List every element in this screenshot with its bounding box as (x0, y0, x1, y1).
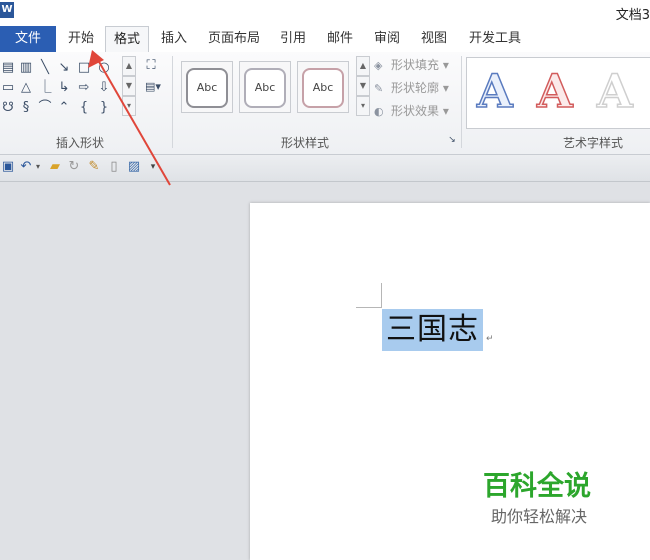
open-folder-icon[interactable]: ▰ (47, 159, 63, 175)
shapes-more[interactable]: ▾ (122, 96, 136, 116)
block-arrow-right-icon[interactable]: ⇨ (76, 80, 92, 96)
document-page[interactable]: 三国志 ↵ (250, 203, 650, 560)
rectangle-icon[interactable]: □ (76, 60, 92, 76)
effects-icon: ◐ (374, 104, 384, 118)
word-app-icon[interactable]: W (0, 2, 14, 18)
selected-text[interactable]: 三国志 (382, 309, 483, 351)
shape-effects-button[interactable]: ◐ 形状效果 ▾ (374, 102, 449, 119)
group-label-wordart: 艺术字样式 (563, 136, 624, 150)
shape-fill-label: 形状填充 (391, 58, 440, 72)
group-divider (172, 56, 173, 148)
group-divider (461, 56, 462, 148)
save-icon[interactable]: ▣ (0, 159, 16, 175)
shape-style-2[interactable]: Abc (239, 61, 291, 113)
undo-dropdown-icon[interactable]: ▾ (34, 159, 42, 175)
shape-outline-label: 形状轮廓 (391, 81, 440, 95)
tab-developer[interactable]: 开发工具 (462, 26, 528, 52)
shape-effects-label: 形状效果 (391, 104, 440, 118)
oval-icon[interactable]: ○ (96, 60, 112, 76)
group-label-insert-shapes: 插入形状 (56, 136, 105, 150)
styles-scroll-up[interactable]: ▲ (356, 56, 370, 76)
elbow-arrow-icon[interactable]: ↳ (56, 80, 72, 96)
shape-outline-button[interactable]: ✎ 形状轮廓 ▾ (374, 79, 449, 96)
edit-document-icon[interactable]: ✎ (86, 159, 102, 175)
arrow-line-icon[interactable]: ↘ (56, 60, 72, 76)
text-box-icon[interactable]: ▤ (0, 60, 16, 76)
wordart-gallery: A A A (466, 57, 650, 129)
line-icon[interactable]: ╲ (37, 60, 53, 76)
margin-guide-horizontal (356, 307, 382, 308)
tab-file[interactable]: 文件 (0, 26, 56, 52)
picture-icon[interactable]: ▨ (126, 159, 142, 175)
tab-references[interactable]: 引用 (274, 26, 312, 52)
group-label-shape-styles: 形状样式 (281, 136, 330, 150)
freeform-icon[interactable]: ☋ (0, 100, 16, 116)
watermark-title: 百科全说 (483, 471, 591, 502)
curve-icon[interactable]: ⌒ (37, 100, 53, 116)
tab-review[interactable]: 审阅 (368, 26, 406, 52)
elbow-connector-icon[interactable]: ⎿ (37, 80, 53, 96)
new-document-icon[interactable]: ▯ (106, 159, 122, 175)
shape-style-1[interactable]: Abc (181, 61, 233, 113)
tab-insert[interactable]: 插入 (154, 26, 194, 52)
undo-icon[interactable]: ↶ (18, 159, 34, 175)
paragraph-mark: ↵ (486, 334, 494, 344)
tab-format[interactable]: 格式 (105, 26, 149, 54)
block-arrow-down-icon[interactable]: ⇩ (96, 80, 112, 96)
wordart-style-1[interactable]: A (476, 65, 513, 117)
styles-scroll-down[interactable]: ▼ (356, 76, 370, 96)
shape-fill-button[interactable]: ◈ 形状填充 ▾ (374, 56, 449, 73)
ribbon-tab-bar: 文件 开始 格式 插入 页面布局 引用 邮件 审阅 视图 开发工具 (0, 26, 650, 54)
shape-style-3[interactable]: Abc (297, 61, 349, 113)
scribble-icon[interactable]: § (18, 100, 34, 116)
shapes-scroll-up[interactable]: ▲ (122, 56, 136, 76)
shapes-scroll-down[interactable]: ▼ (122, 76, 136, 96)
tab-mailings[interactable]: 邮件 (320, 26, 360, 52)
tab-home[interactable]: 开始 (62, 26, 100, 52)
shape-style-1-label: Abc (186, 68, 228, 108)
wordart-style-3[interactable]: A (596, 65, 633, 117)
right-brace-icon[interactable]: } (96, 100, 112, 116)
draw-text-box-icon[interactable]: ▤▾ (141, 79, 165, 95)
dialog-launcher-icon[interactable]: ↘ (447, 132, 457, 148)
vertical-text-box-icon[interactable]: ▥ (18, 60, 34, 76)
shape-style-2-label: Abc (244, 68, 286, 108)
tab-page-layout[interactable]: 页面布局 (202, 26, 266, 52)
tab-view[interactable]: 视图 (414, 26, 454, 52)
watermark-subtitle: 助你轻松解决 (491, 507, 588, 526)
paint-bucket-icon: ◈ (374, 58, 383, 72)
left-brace-icon[interactable]: { (76, 100, 92, 116)
ribbon: ▤ ▥ ╲ ↘ □ ○ ▭ △ ⎿ ↳ ⇨ ⇩ ☋ § ⌒ ⌃ { } ▲ ▼ … (0, 52, 650, 155)
triangle-icon[interactable]: △ (18, 80, 34, 96)
title-bar: W 文档3 (0, 0, 650, 26)
pencil-icon: ✎ (374, 81, 384, 95)
arc-icon[interactable]: ⌃ (56, 100, 72, 116)
customize-toolbar-icon[interactable]: ▾ (148, 159, 158, 175)
shape-style-3-label: Abc (302, 68, 344, 108)
styles-more[interactable]: ▾ (356, 96, 370, 116)
document-title: 文档3 (615, 8, 650, 23)
quick-access-toolbar: ▣ ↶ ▾ ▰ ↻ ✎ ▯ ▨ ▾ (0, 155, 650, 182)
edit-shape-icon[interactable]: ⛶ (141, 58, 161, 74)
rounded-rectangle-icon[interactable]: ▭ (0, 80, 16, 96)
wordart-style-2[interactable]: A (536, 65, 573, 117)
redo-icon[interactable]: ↻ (66, 159, 82, 175)
margin-guide-vertical (381, 283, 382, 308)
